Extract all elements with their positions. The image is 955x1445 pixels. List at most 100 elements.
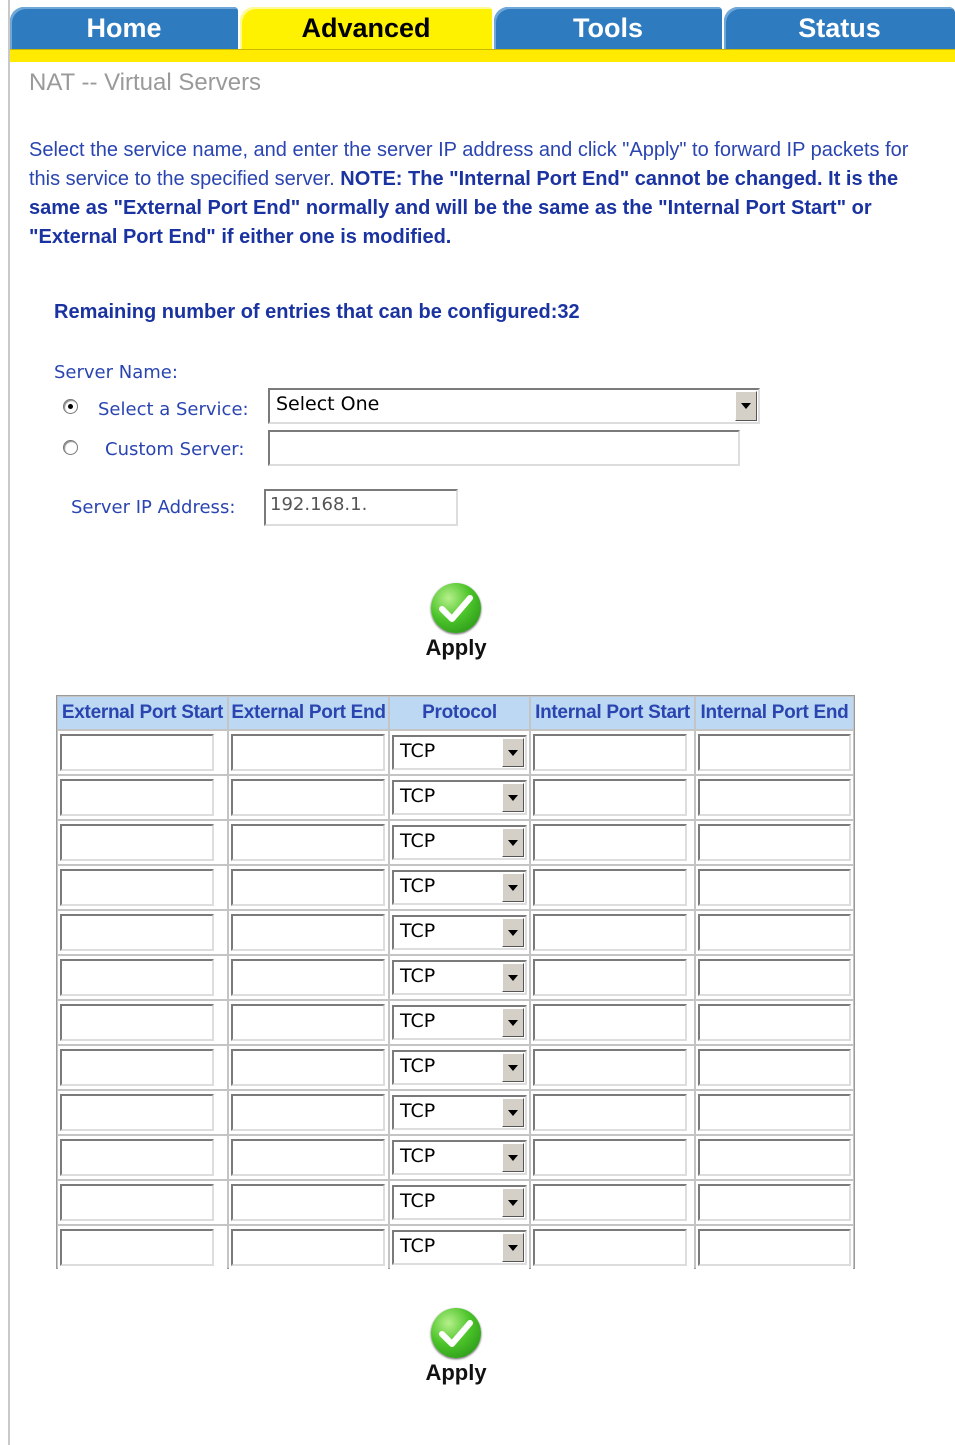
external-port-end-input[interactable] [231,1004,385,1041]
server-ip-input[interactable]: 192.168.1. [264,489,458,526]
apply-button-top[interactable]: Apply [416,583,496,661]
internal-port-start-input[interactable] [533,1184,687,1221]
external-port-start-input[interactable] [60,1004,214,1041]
internal-port-end-input[interactable] [698,1049,851,1086]
chevron-down-icon[interactable] [502,783,524,812]
protocol-select[interactable]: TCP [392,735,527,770]
chevron-down-icon[interactable] [502,828,524,857]
tab-tools[interactable]: Tools [494,7,722,49]
external-port-start-input[interactable] [60,824,214,861]
internal-port-end-input[interactable] [698,1139,851,1176]
service-select[interactable]: Select One [268,388,760,424]
protocol-select[interactable]: TCP [392,915,527,950]
chevron-down-icon[interactable] [502,1053,524,1082]
external-port-start-input[interactable] [60,1094,214,1131]
internal-port-end-input[interactable] [698,1229,851,1266]
chevron-down-icon[interactable] [502,873,524,902]
external-port-end-input[interactable] [231,869,385,906]
internal-port-start-input[interactable] [533,869,687,906]
external-port-start-input[interactable] [60,734,214,771]
internal-port-end-input[interactable] [698,824,851,861]
chevron-down-icon[interactable] [502,963,524,992]
tab-home[interactable]: Home [10,7,238,49]
protocol-select[interactable]: TCP [392,1140,527,1175]
protocol-select[interactable]: TCP [392,870,527,905]
external-port-start-input[interactable] [60,959,214,996]
chevron-down-icon[interactable] [502,738,524,767]
protocol-select[interactable]: TCP [392,1005,527,1040]
internal-port-start-input[interactable] [533,1004,687,1041]
external-port-end-input[interactable] [231,1229,385,1266]
protocol-select[interactable]: TCP [392,1095,527,1130]
external-port-end-input[interactable] [231,1094,385,1131]
internal-port-start-input[interactable] [533,734,687,771]
tab-advanced[interactable]: Advanced [240,7,492,49]
chevron-down-icon[interactable] [502,918,524,947]
chevron-down-icon[interactable] [502,1008,524,1037]
table-cell [696,821,853,864]
internal-port-start-input[interactable] [533,1229,687,1266]
table-cell [58,1001,227,1044]
external-port-end-input[interactable] [231,1049,385,1086]
internal-port-end-input[interactable] [698,914,851,951]
internal-port-start-input[interactable] [533,779,687,816]
external-port-start-input[interactable] [60,1184,214,1221]
tab-status[interactable]: Status [724,7,955,49]
table-cell [696,1136,853,1179]
table-cell [229,911,388,954]
external-port-end-input[interactable] [231,1184,385,1221]
external-port-start-input[interactable] [60,869,214,906]
table-cell [531,821,694,864]
chevron-down-icon[interactable] [502,1188,524,1217]
table-cell [58,731,227,774]
external-port-end-input[interactable] [231,1139,385,1176]
apply-button-bottom[interactable]: Apply [416,1308,496,1386]
internal-port-start-input[interactable] [533,1094,687,1131]
external-port-start-input[interactable] [60,1139,214,1176]
external-port-end-input[interactable] [231,734,385,771]
external-port-start-input[interactable] [60,914,214,951]
select-service-radio[interactable] [63,399,78,414]
internal-port-start-input[interactable] [533,1139,687,1176]
protocol-value: TCP [400,965,436,987]
internal-port-end-input[interactable] [698,779,851,816]
internal-port-end-input[interactable] [698,1184,851,1221]
internal-port-start-input[interactable] [533,1049,687,1086]
external-port-end-input[interactable] [231,914,385,951]
external-port-end-input[interactable] [231,824,385,861]
table-cell [58,1181,227,1224]
internal-port-start-input[interactable] [533,824,687,861]
external-port-start-input[interactable] [60,1049,214,1086]
external-port-end-input[interactable] [231,779,385,816]
protocol-value: TCP [400,1055,436,1077]
protocol-value: TCP [400,875,436,897]
protocol-select[interactable]: TCP [392,960,527,995]
chevron-down-icon[interactable] [502,1233,524,1262]
protocol-select[interactable]: TCP [392,1230,527,1265]
internal-port-start-input[interactable] [533,959,687,996]
chevron-down-icon[interactable] [502,1098,524,1127]
column-header-external-port-start: External Port Start [58,697,227,729]
table-cell: TCP [390,1181,529,1224]
protocol-select[interactable]: TCP [392,825,527,860]
custom-server-radio[interactable] [63,440,78,455]
external-port-start-input[interactable] [60,1229,214,1266]
protocol-value: TCP [400,785,436,807]
internal-port-end-input[interactable] [698,1004,851,1041]
table-cell [229,956,388,999]
internal-port-end-input[interactable] [698,869,851,906]
chevron-down-icon[interactable] [502,1143,524,1172]
protocol-select[interactable]: TCP [392,1185,527,1220]
external-port-end-input[interactable] [231,959,385,996]
internal-port-end-input[interactable] [698,959,851,996]
protocol-select[interactable]: TCP [392,780,527,815]
internal-port-end-input[interactable] [698,734,851,771]
protocol-select[interactable]: TCP [392,1050,527,1085]
checkmark-icon [431,583,481,633]
internal-port-end-input[interactable] [698,1094,851,1131]
custom-server-input[interactable] [268,430,740,466]
table-cell [696,911,853,954]
chevron-down-icon[interactable] [735,391,757,421]
internal-port-start-input[interactable] [533,914,687,951]
external-port-start-input[interactable] [60,779,214,816]
